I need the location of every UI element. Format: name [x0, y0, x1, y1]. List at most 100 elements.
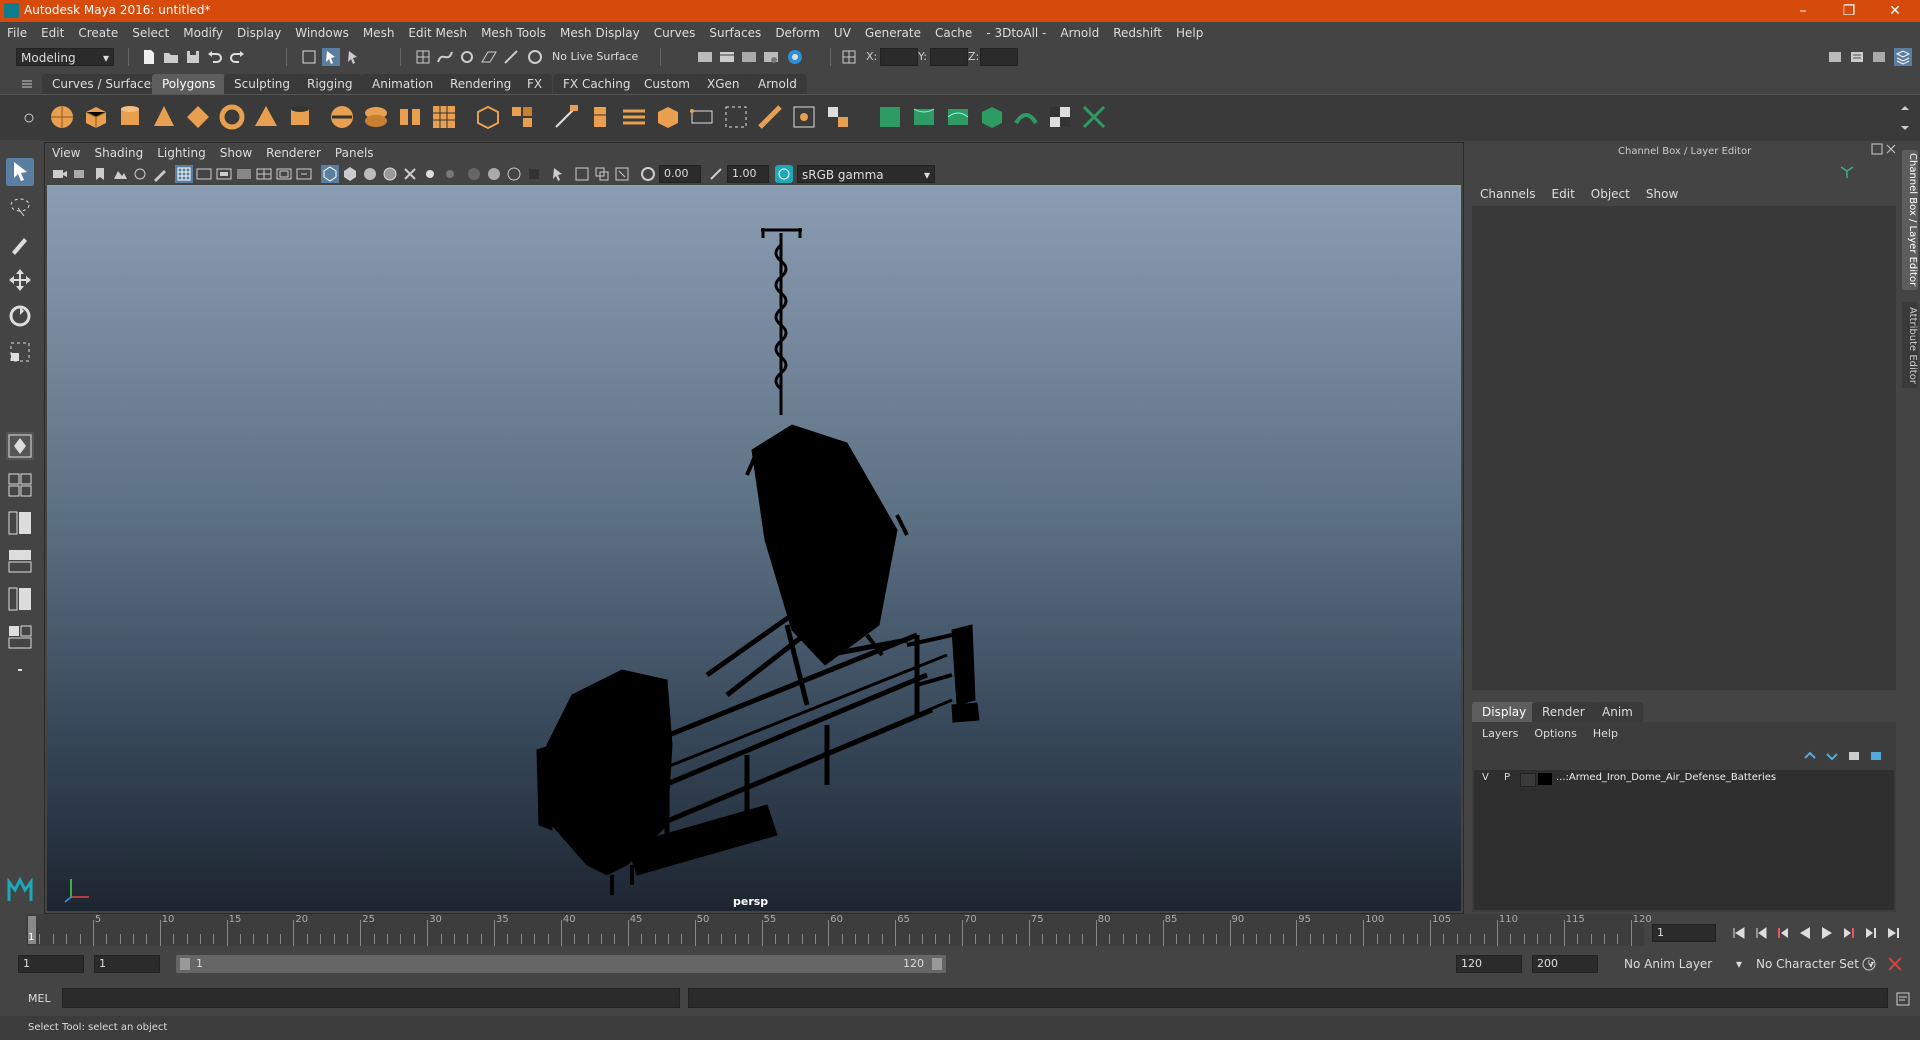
lasso-tool-icon[interactable]	[6, 194, 34, 222]
tab-curves-surfaces[interactable]: Curves / Surfaces	[42, 74, 168, 94]
layer-menu-help[interactable]: Help	[1585, 727, 1626, 740]
checker-texture-icon[interactable]	[1046, 103, 1074, 131]
play-backward-icon[interactable]	[1796, 924, 1814, 942]
go-to-start-icon[interactable]	[1730, 924, 1748, 942]
tab-fx-caching[interactable]: FX Caching	[553, 74, 641, 94]
poke-icon[interactable]	[824, 103, 852, 131]
image-plane-icon[interactable]	[111, 165, 129, 183]
shelf-options-icon[interactable]	[20, 109, 38, 127]
anim-layer-dropdown[interactable]: No Anim Layer ▾	[1620, 955, 1744, 973]
tab-custom[interactable]: Custom	[634, 74, 700, 94]
motion-blur-icon[interactable]	[485, 165, 503, 183]
layer-menu-layers[interactable]: Layers	[1472, 727, 1526, 740]
redo-icon[interactable]	[228, 48, 246, 66]
viewport-menu-show[interactable]: Show	[213, 146, 259, 160]
transform-constraint-icon[interactable]	[840, 48, 858, 66]
gate-mask-icon[interactable]	[235, 165, 253, 183]
use-all-lights-icon[interactable]	[421, 165, 439, 183]
modeling-toolkit-icon[interactable]	[1826, 48, 1844, 66]
menu-generate[interactable]: Generate	[858, 26, 928, 40]
multi-cut-icon[interactable]	[552, 103, 580, 131]
layer-color-swatch[interactable]	[1538, 773, 1552, 785]
layer-type-toggle[interactable]	[1520, 773, 1536, 787]
menu-mesh[interactable]: Mesh	[356, 26, 402, 40]
step-back-frame-icon[interactable]	[1774, 924, 1792, 942]
menu-surfaces[interactable]: Surfaces	[702, 26, 768, 40]
step-back-key-icon[interactable]	[1752, 924, 1770, 942]
four-view-layout-icon[interactable]	[6, 470, 34, 500]
animation-preferences-icon[interactable]	[1886, 955, 1904, 973]
channel-box-menu-channels[interactable]: Channels	[1468, 187, 1544, 201]
automatic-uv-icon[interactable]	[978, 103, 1006, 131]
select-by-object-icon[interactable]	[322, 48, 340, 66]
menu-arnold[interactable]: Arnold	[1053, 26, 1106, 40]
current-frame-field[interactable]: 1	[1652, 924, 1716, 942]
tab-channel-box-layer-editor[interactable]: Channel Box / Layer Editor	[1902, 150, 1918, 290]
tab-xgen[interactable]: XGen	[697, 74, 750, 94]
render-frame-icon[interactable]	[718, 48, 736, 66]
menu-edit-mesh[interactable]: Edit Mesh	[401, 26, 474, 40]
poly-cylinder-icon[interactable]	[116, 103, 144, 131]
default-material-icon[interactable]	[361, 165, 379, 183]
menu-mesh-display[interactable]: Mesh Display	[553, 26, 647, 40]
tab-render[interactable]: Render	[1532, 702, 1595, 722]
tab-rigging[interactable]: Rigging	[297, 74, 363, 94]
step-forward-frame-icon[interactable]	[1840, 924, 1858, 942]
grid-toggle-icon[interactable]	[175, 165, 193, 183]
channel-box-menu-edit[interactable]: Edit	[1544, 187, 1583, 201]
command-language-label[interactable]: MEL	[28, 992, 51, 1005]
xray-active-components-icon[interactable]	[573, 165, 591, 183]
menu-curves[interactable]: Curves	[647, 26, 703, 40]
menu-uv[interactable]: UV	[827, 26, 858, 40]
merge-icon[interactable]	[756, 103, 784, 131]
select-by-component-icon[interactable]	[344, 48, 362, 66]
shelf-scroll-up-icon[interactable]	[1896, 99, 1914, 117]
viewport-menu-lighting[interactable]: Lighting	[150, 146, 213, 160]
color-space-dropdown[interactable]: sRGB gamma ▾	[797, 165, 935, 183]
script-editor-icon[interactable]	[1894, 990, 1912, 1008]
range-end-handle[interactable]	[932, 958, 942, 970]
viewport-menu-shading[interactable]: Shading	[87, 146, 150, 160]
planar-uv-icon[interactable]	[876, 103, 904, 131]
mirror-icon[interactable]	[508, 103, 536, 131]
move-layer-up-icon[interactable]	[1802, 748, 1818, 764]
tab-arnold[interactable]: Arnold	[748, 74, 807, 94]
restore-button[interactable]: ❐	[1826, 0, 1872, 22]
snap-view-plane-icon[interactable]	[480, 48, 498, 66]
persp-outliner-layout-icon[interactable]	[6, 508, 34, 538]
layer-visibility-toggle[interactable]: V	[1482, 772, 1489, 783]
channel-box-menu-object[interactable]: Object	[1583, 187, 1638, 201]
viewport-menu-panels[interactable]: Panels	[328, 146, 381, 160]
tab-fx[interactable]: FX	[517, 74, 553, 94]
gamma-field[interactable]: 1.00	[727, 165, 769, 183]
snap-point-icon[interactable]	[458, 48, 476, 66]
combine-icon[interactable]	[328, 103, 356, 131]
mode-dropdown[interactable]: Modeling ▾	[16, 48, 114, 66]
wireframe-icon[interactable]	[321, 165, 339, 183]
smooth-icon[interactable]	[430, 103, 458, 131]
menu-create[interactable]: Create	[71, 26, 125, 40]
select-by-hierarchy-icon[interactable]	[300, 48, 318, 66]
single-perspective-layout-icon[interactable]	[6, 432, 34, 460]
snap-grid-icon[interactable]	[414, 48, 432, 66]
average-vertices-icon[interactable]	[474, 103, 502, 131]
render-settings-icon[interactable]	[762, 48, 780, 66]
bridge-icon[interactable]	[620, 103, 648, 131]
frame-all-icon[interactable]	[613, 165, 631, 183]
playback-end-field[interactable]: 120	[1456, 955, 1522, 973]
ambient-occlusion-icon[interactable]	[465, 165, 483, 183]
target-weld-icon[interactable]	[790, 103, 818, 131]
render-view-icon[interactable]	[696, 48, 714, 66]
perspective-viewport[interactable]: persp	[47, 185, 1461, 911]
safe-action-icon[interactable]	[275, 165, 293, 183]
select-tool-icon[interactable]	[6, 158, 34, 186]
save-scene-icon[interactable]	[184, 48, 202, 66]
move-tool-icon[interactable]	[6, 266, 34, 294]
poly-pipe-icon[interactable]	[286, 103, 314, 131]
xray-joints-icon[interactable]	[593, 165, 611, 183]
menu-deform[interactable]: Deform	[768, 26, 827, 40]
paint-select-tool-icon[interactable]	[6, 230, 34, 258]
poly-sphere-icon[interactable]	[48, 103, 76, 131]
menu-mesh-tools[interactable]: Mesh Tools	[474, 26, 553, 40]
go-to-end-icon[interactable]	[1884, 924, 1902, 942]
